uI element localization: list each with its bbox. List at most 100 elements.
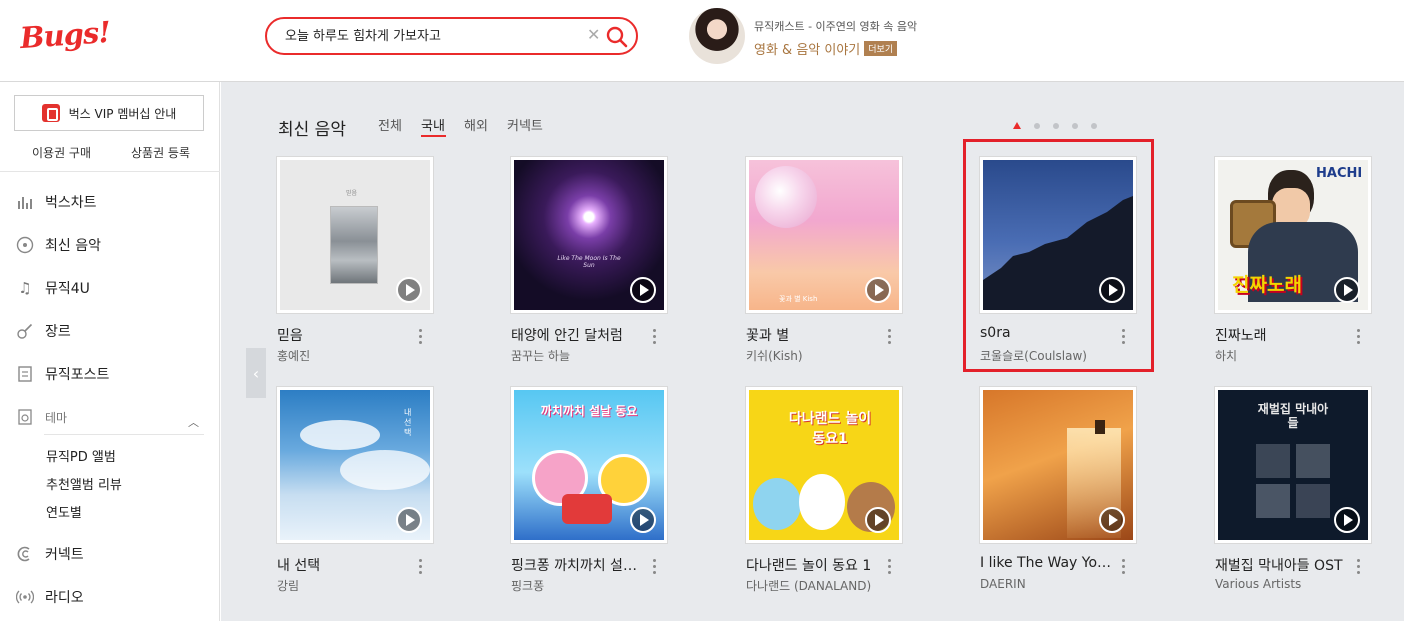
album-artist[interactable]: 강림 <box>277 577 407 594</box>
album-cover[interactable]: 까치까치 설날 동요 <box>511 387 667 543</box>
close-icon[interactable]: ✕ <box>587 25 600 44</box>
lamp-illustration <box>1095 420 1105 434</box>
sidebar-item-chart[interactable]: 벅스차트 <box>16 190 97 214</box>
search-input[interactable] <box>285 27 575 42</box>
sidebar-item-genre[interactable]: 장르 <box>16 319 71 343</box>
more-options-icon[interactable] <box>415 329 425 349</box>
main-content: 최신 음악 전체 국내 해외 커넥트 ‹ 믿음 믿음 홍예진 Like The … <box>221 82 1404 621</box>
more-options-icon[interactable] <box>649 559 659 579</box>
more-options-icon[interactable] <box>1118 559 1128 579</box>
album-artist[interactable]: 키쉬(Kish) <box>746 347 876 364</box>
album-cover[interactable]: Like The Moon Is The Sun <box>511 157 667 313</box>
cover-text: 까치까치 설날 동요 <box>540 404 638 418</box>
sidebar-item-label: 최신 음악 <box>45 238 101 254</box>
promo-title[interactable]: 영화 & 음악 이야기 더보기 <box>754 39 898 58</box>
album-title[interactable]: 믿음 <box>277 325 415 345</box>
album-title[interactable]: 핑크퐁 까치까치 설날 동요 <box>511 555 649 575</box>
cloud-illustration <box>340 450 430 490</box>
play-icon[interactable] <box>865 277 891 303</box>
tab-all[interactable]: 전체 <box>378 115 402 134</box>
post-icon <box>16 365 34 383</box>
album-artist[interactable]: 홍예진 <box>277 347 407 364</box>
more-options-icon[interactable] <box>1353 559 1363 579</box>
sidebar-item-radio[interactable]: 라디오 <box>16 585 84 609</box>
cover-text: Like The Moon Is The Sun <box>557 255 621 269</box>
play-icon[interactable] <box>1099 277 1125 303</box>
album-title[interactable]: 다나랜드 놀이 동요 1 <box>746 555 884 575</box>
album-artist[interactable]: 핑크퐁 <box>511 577 641 594</box>
album-artist[interactable]: 꿈꾸는 하늘 <box>511 347 641 364</box>
play-icon[interactable] <box>396 277 422 303</box>
theme-item-album-review[interactable]: 추천앨범 리뷰 <box>46 474 122 493</box>
more-options-icon[interactable] <box>649 329 659 349</box>
album-title[interactable]: 꽃과 별 <box>746 325 884 345</box>
album-artist[interactable]: Various Artists <box>1215 577 1345 591</box>
play-icon[interactable] <box>1099 507 1125 533</box>
play-icon[interactable] <box>630 507 656 533</box>
buy-pass-link[interactable]: 이용권 구매 <box>32 144 91 161</box>
sidebar-item-theme[interactable]: 테마 <box>16 405 67 429</box>
bugs-logo[interactable]: Bugs! <box>19 15 111 55</box>
album-artist[interactable]: 코울슬로(Coulslaw) <box>980 347 1110 364</box>
album-cover[interactable]: 내 선택 <box>277 387 433 543</box>
sidebar-item-connect[interactable]: 커넥트 <box>16 542 84 566</box>
more-options-icon[interactable] <box>1353 329 1363 349</box>
pouch-illustration <box>562 494 612 524</box>
play-icon[interactable] <box>396 507 422 533</box>
play-icon[interactable] <box>1334 507 1360 533</box>
album-artist[interactable]: 하치 <box>1215 347 1345 364</box>
play-icon[interactable] <box>630 277 656 303</box>
album-title[interactable]: 진짜노래 <box>1215 325 1353 345</box>
album-cover[interactable]: 꽃과 별 Kish <box>746 157 902 313</box>
tab-overseas[interactable]: 해외 <box>464 115 488 134</box>
vip-membership-button[interactable]: 벅스 VIP 멤버십 안내 <box>14 95 204 131</box>
sidebar-item-label: 테마 <box>45 410 68 425</box>
search-icon[interactable] <box>605 25 629 49</box>
connect-icon <box>16 545 34 563</box>
album-cover[interactable]: 다나랜드 놀이동요1 <box>746 387 902 543</box>
promo-subtitle[interactable]: 뮤직캐스트 - 이주연의 영화 속 음악 <box>754 18 917 34</box>
tab-domestic[interactable]: 국내 <box>421 115 445 134</box>
more-options-icon[interactable] <box>884 559 894 579</box>
cloud-illustration <box>300 420 380 450</box>
album-cover[interactable] <box>980 387 1136 543</box>
album-cover[interactable] <box>980 157 1136 313</box>
album-title[interactable]: s0ra <box>980 325 1118 341</box>
register-gift-link[interactable]: 상품권 등록 <box>131 144 190 161</box>
album-title[interactable]: 내 선택 <box>277 555 415 575</box>
album-artist[interactable]: DAERIN <box>980 577 1110 591</box>
album-title[interactable]: 재벌집 막내아들 OST <box>1215 555 1353 575</box>
album-title[interactable]: 태양에 안긴 달처럼 <box>511 325 649 345</box>
theme-icon <box>16 408 34 426</box>
album-cover[interactable]: HACHI 진짜노래 <box>1215 157 1371 313</box>
album-title[interactable]: I like The Way You Are <box>980 555 1118 571</box>
play-icon[interactable] <box>865 507 891 533</box>
sidebar-item-music4u[interactable]: ♫ 뮤직4U <box>16 276 90 300</box>
portrait-illustration <box>1296 484 1330 518</box>
album-cover[interactable]: 재벌집 막내아들 <box>1215 387 1371 543</box>
cover-text: 내 선택 <box>404 408 412 437</box>
chevron-up-icon[interactable]: ︿ <box>188 414 199 430</box>
page-dot[interactable] <box>1053 122 1059 129</box>
promo-title-text[interactable]: 영화 & 음악 이야기 <box>754 43 860 58</box>
page-dot[interactable] <box>1091 122 1097 129</box>
page-dot[interactable] <box>1034 122 1040 129</box>
guitar-icon <box>16 322 34 340</box>
album-artist[interactable]: 다나랜드 (DANALAND) <box>746 577 876 594</box>
tab-connect[interactable]: 커넥트 <box>507 115 543 134</box>
prev-arrow-icon[interactable]: ‹ <box>246 348 266 398</box>
album-cover[interactable]: 믿음 <box>277 157 433 313</box>
theme-item-pd-album[interactable]: 뮤직PD 앨범 <box>46 446 116 465</box>
sidebar-item-music-post[interactable]: 뮤직포스트 <box>16 362 109 386</box>
page-dot[interactable] <box>1072 122 1078 129</box>
chart-icon <box>16 193 34 211</box>
more-options-icon[interactable] <box>415 559 425 579</box>
sidebar-item-new-music[interactable]: 최신 음악 <box>16 233 101 257</box>
promo-avatar[interactable] <box>689 8 745 64</box>
theme-item-by-year[interactable]: 연도별 <box>46 502 82 521</box>
page-dot-active[interactable] <box>1013 122 1021 129</box>
more-options-icon[interactable] <box>884 329 894 349</box>
more-options-icon[interactable] <box>1118 329 1128 349</box>
play-icon[interactable] <box>1334 277 1360 303</box>
promo-more-badge[interactable]: 더보기 <box>864 41 898 56</box>
